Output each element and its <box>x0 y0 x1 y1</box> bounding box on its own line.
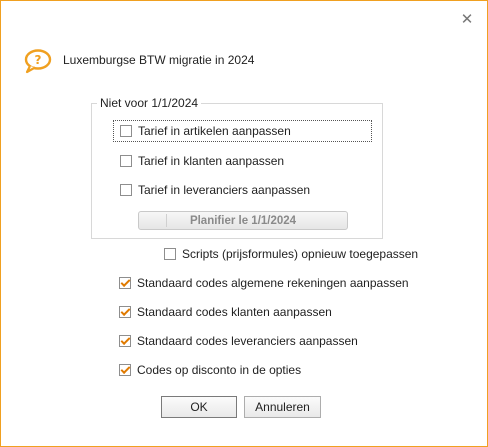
option-tarief-klanten[interactable]: Tarief in klanten aanpassen <box>120 154 284 168</box>
ok-button[interactable]: OK <box>161 396 237 418</box>
dialog-title: Luxemburgse BTW migratie in 2024 <box>63 53 255 67</box>
question-speech-bubble-icon: ? <box>24 49 52 74</box>
checkbox[interactable] <box>119 364 131 376</box>
checkbox[interactable] <box>120 184 132 196</box>
option-codes-disconto[interactable]: Codes op disconto in de opties <box>119 363 301 377</box>
cancel-button[interactable]: Annuleren <box>244 396 321 418</box>
svg-text:?: ? <box>35 53 42 67</box>
checkbox[interactable] <box>120 155 132 167</box>
option-tarief-leveranciers[interactable]: Tarief in leveranciers aanpassen <box>120 183 310 197</box>
option-label: Tarief in klanten aanpassen <box>138 154 285 168</box>
option-tarief-artikelen[interactable]: Tarief in artikelen aanpassen <box>120 124 291 138</box>
option-label: Tarief in artikelen aanpassen <box>138 124 291 138</box>
option-label: Standaard codes leveranciers aanpassen <box>137 334 358 348</box>
button-segment-divider <box>166 214 167 227</box>
plan-button[interactable]: Planifier le 1/1/2024 <box>138 211 348 230</box>
option-codes-klanten[interactable]: Standaard codes klanten aanpassen <box>119 305 332 319</box>
option-label: Standaard codes klanten aanpassen <box>137 305 332 319</box>
checkbox[interactable] <box>164 248 176 260</box>
option-label: Codes op disconto in de opties <box>137 363 302 377</box>
option-label: Scripts (prijsformules) opnieuw toegepas… <box>182 247 419 261</box>
option-codes-leveranciers[interactable]: Standaard codes leveranciers aanpassen <box>119 334 358 348</box>
group-box-legend: Niet voor 1/1/2024 <box>97 96 202 110</box>
option-scripts[interactable]: Scripts (prijsformules) opnieuw toegepas… <box>164 247 418 261</box>
checkbox[interactable] <box>119 335 131 347</box>
plan-button-label: Planifier le 1/1/2024 <box>189 214 297 227</box>
checkbox[interactable] <box>119 277 131 289</box>
option-label: Standaard codes algemene rekeningen aanp… <box>137 276 409 290</box>
close-icon[interactable]: ✕ <box>459 11 475 28</box>
checkbox[interactable] <box>119 306 131 318</box>
option-label: Tarief in leveranciers aanpassen <box>138 183 311 197</box>
checkbox[interactable] <box>120 125 132 137</box>
dialog-window: ✕ ? Luxemburgse BTW migratie in 2024 Nie… <box>0 0 488 447</box>
option-codes-algemene-rekeningen[interactable]: Standaard codes algemene rekeningen aanp… <box>119 276 409 290</box>
